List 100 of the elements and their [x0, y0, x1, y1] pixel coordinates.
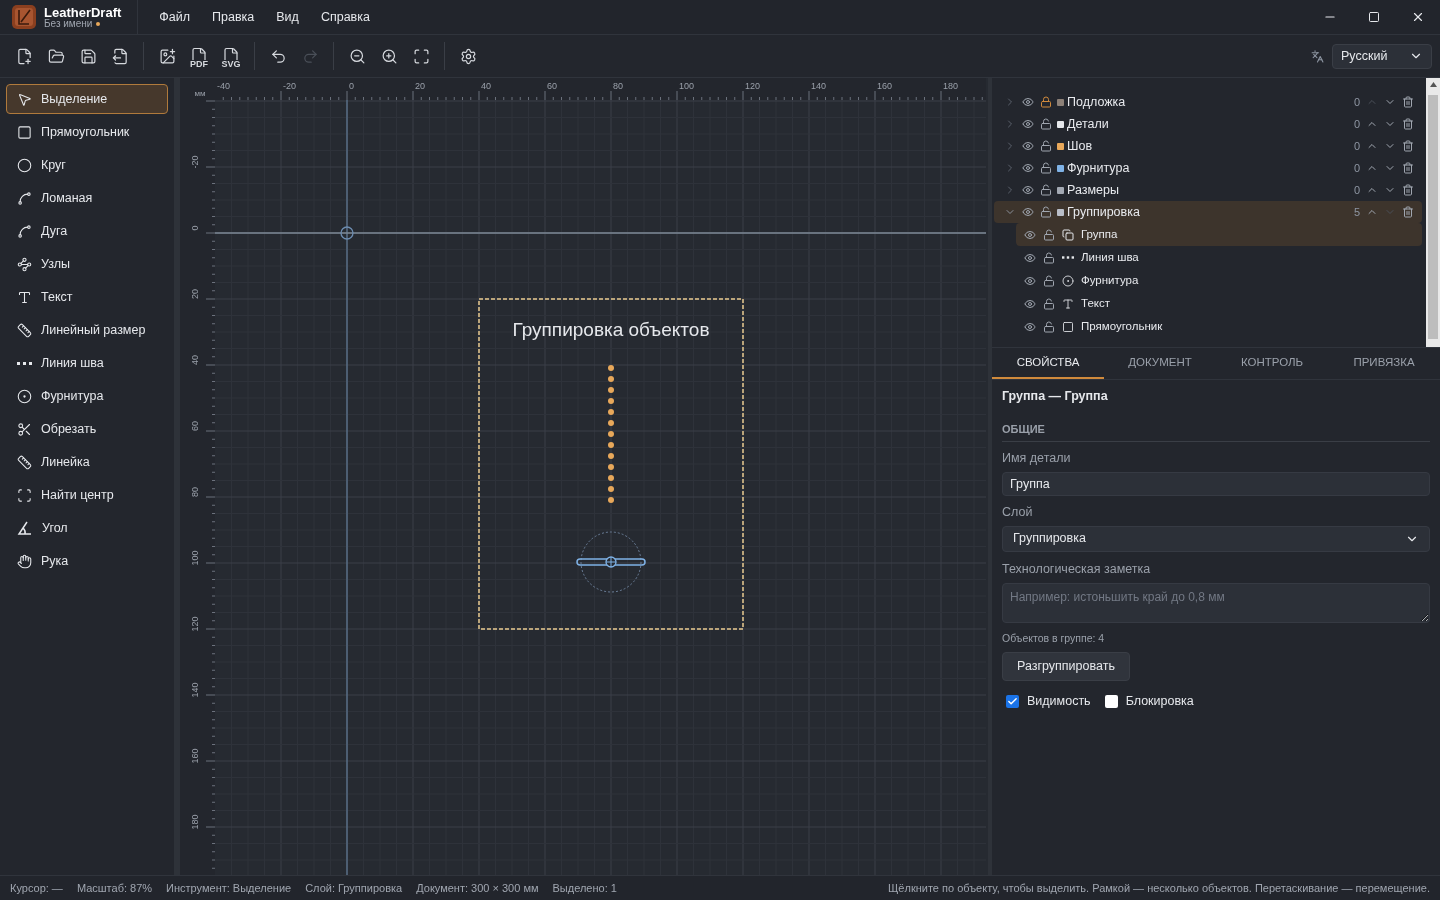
layer-row[interactable]: Фурнитура 0 — [994, 157, 1422, 179]
status-item: Курсор: — — [10, 880, 63, 896]
layer-name: Подложка — [1067, 93, 1126, 111]
text-icon — [1062, 297, 1074, 310]
visibility-icon[interactable] — [1024, 251, 1036, 264]
unlock-icon[interactable] — [1043, 274, 1055, 287]
object-row[interactable]: Прямоугольник — [1016, 315, 1422, 338]
layer-row[interactable]: Размеры 0 — [994, 179, 1422, 201]
lock-icon[interactable] — [1040, 96, 1052, 108]
delete-icon[interactable] — [1402, 118, 1414, 130]
panel-tab[interactable]: КОНТРОЛЬ — [1216, 348, 1328, 379]
checkbox[interactable] — [1104, 695, 1118, 709]
group-title[interactable]: Группировка объектов — [512, 319, 710, 340]
dashed-line-icon — [17, 361, 32, 365]
drawing-canvas[interactable]: мм -40 -20 0 20 40 60 80 100 120 140 160 180 -20 0 20 40 60 80 100 120 140 160 180 Группировка объектов — [180, 78, 986, 875]
note-field[interactable]: Например: истоньшить край до 0,8 мм — [1002, 582, 1430, 623]
checkbox-label: Блокировка — [1125, 693, 1194, 711]
object-name: Линия шва — [1081, 249, 1139, 265]
ruler-label: 160 — [877, 81, 893, 91]
ruler-label: 60 — [190, 421, 201, 431]
unlock-icon[interactable] — [1040, 140, 1052, 152]
ungroup-button[interactable]: Разгруппировать — [1002, 652, 1130, 682]
layer-row[interactable]: Детали 0 — [994, 113, 1422, 135]
tool-button[interactable]: Угол — [6, 513, 168, 543]
ruler-label: 80 — [190, 487, 201, 497]
panel-tab[interactable]: ПРИВЯЗКА — [1328, 348, 1440, 379]
visibility-icon[interactable] — [1022, 118, 1034, 130]
tool-button[interactable]: Найти центр — [6, 480, 168, 510]
tool-button[interactable]: Выделение — [6, 84, 168, 114]
layer-select[interactable]: Группировка — [1002, 525, 1430, 552]
unlock-icon[interactable] — [1040, 184, 1052, 196]
layer-row[interactable]: Подложка 0 — [994, 91, 1422, 113]
visibility-icon[interactable] — [1022, 206, 1034, 218]
layer-row[interactable]: Шов 0 — [994, 135, 1422, 157]
square-icon — [17, 124, 32, 140]
center-icon — [17, 487, 32, 503]
ruler-label: 80 — [613, 81, 623, 91]
unlock-icon[interactable] — [1040, 118, 1052, 130]
menu-item[interactable]: Вид — [267, 3, 308, 31]
delete-icon[interactable] — [1402, 184, 1414, 196]
ruler-icon — [17, 454, 32, 470]
layer-name: Размеры — [1067, 181, 1119, 199]
object-row[interactable]: Текст — [1016, 292, 1422, 315]
tool-button[interactable]: Линия шва — [6, 348, 168, 378]
maximize-icon — [1368, 11, 1380, 23]
status-item: Выделено: 1 — [552, 880, 617, 896]
tool-button[interactable]: Обрезать — [6, 414, 168, 444]
document-name: Без имени — [44, 18, 93, 29]
unlock-icon[interactable] — [1040, 206, 1052, 218]
tool-button[interactable]: Ломаная — [6, 183, 168, 213]
delete-icon[interactable] — [1402, 96, 1414, 108]
delete-icon[interactable] — [1402, 162, 1414, 174]
visibility-icon[interactable] — [1022, 96, 1034, 108]
visibility-icon[interactable] — [1024, 228, 1036, 241]
visibility-icon[interactable] — [1022, 184, 1034, 196]
menu-item[interactable]: Справка — [311, 3, 379, 31]
ruler-label: 140 — [811, 81, 827, 91]
object-row[interactable]: Группа — [1016, 223, 1422, 246]
scroll-up-icon[interactable] — [1429, 82, 1437, 87]
tool-button[interactable]: Линейный размер — [6, 315, 168, 345]
tool-button[interactable]: Прямоугольник — [6, 117, 168, 147]
object-name: Группа — [1081, 226, 1118, 242]
tool-button[interactable]: Рука — [6, 546, 168, 576]
group-rectangle[interactable] — [478, 298, 744, 630]
menu-item[interactable]: Файл — [150, 3, 200, 31]
scrollbar[interactable] — [1426, 78, 1440, 347]
visibility-icon[interactable] — [1024, 297, 1036, 310]
delete-icon[interactable] — [1402, 140, 1414, 152]
tool-button[interactable]: Узлы — [6, 249, 168, 279]
unlock-icon[interactable] — [1043, 320, 1055, 333]
visibility-icon[interactable] — [1024, 274, 1036, 287]
language-select[interactable]: Русский — [1332, 43, 1432, 69]
object-name: Фурнитура — [1081, 272, 1139, 288]
tool-button[interactable]: Линейка — [6, 447, 168, 477]
delete-icon[interactable] — [1402, 206, 1414, 218]
hardware-drawing[interactable] — [576, 531, 646, 593]
unlock-icon[interactable] — [1040, 162, 1052, 174]
seam-line[interactable] — [608, 365, 614, 503]
panel-tab[interactable]: СВОЙСТВА — [992, 348, 1104, 379]
visibility-icon[interactable] — [1024, 320, 1036, 333]
file-format-button[interactable]: PDF — [183, 40, 215, 72]
tool-button[interactable]: Дуга — [6, 216, 168, 246]
checkbox[interactable] — [1006, 695, 1019, 709]
panel-tab[interactable]: ДОКУМЕНТ — [1104, 348, 1216, 379]
visibility-icon[interactable] — [1022, 140, 1034, 152]
object-row[interactable]: Фурнитура — [1016, 269, 1422, 292]
unlock-icon[interactable] — [1043, 228, 1055, 241]
unit-label: мм — [194, 89, 206, 98]
unlock-icon[interactable] — [1043, 297, 1055, 310]
object-row[interactable]: Линия шва — [1016, 246, 1422, 269]
menu-item[interactable]: Правка — [203, 3, 264, 31]
tool-button[interactable]: Круг — [6, 150, 168, 180]
tool-button[interactable]: Текст — [6, 282, 168, 312]
visibility-icon[interactable] — [1022, 162, 1034, 174]
file-format-button[interactable]: SVG — [215, 40, 247, 72]
name-field[interactable]: Группа — [1002, 472, 1430, 496]
tool-button[interactable]: Фурнитура — [6, 381, 168, 411]
layer-row[interactable]: Группировка 5 — [994, 201, 1422, 223]
object-count-text: Объектов в группе: 4 — [1002, 630, 1106, 646]
unlock-icon[interactable] — [1043, 251, 1055, 264]
